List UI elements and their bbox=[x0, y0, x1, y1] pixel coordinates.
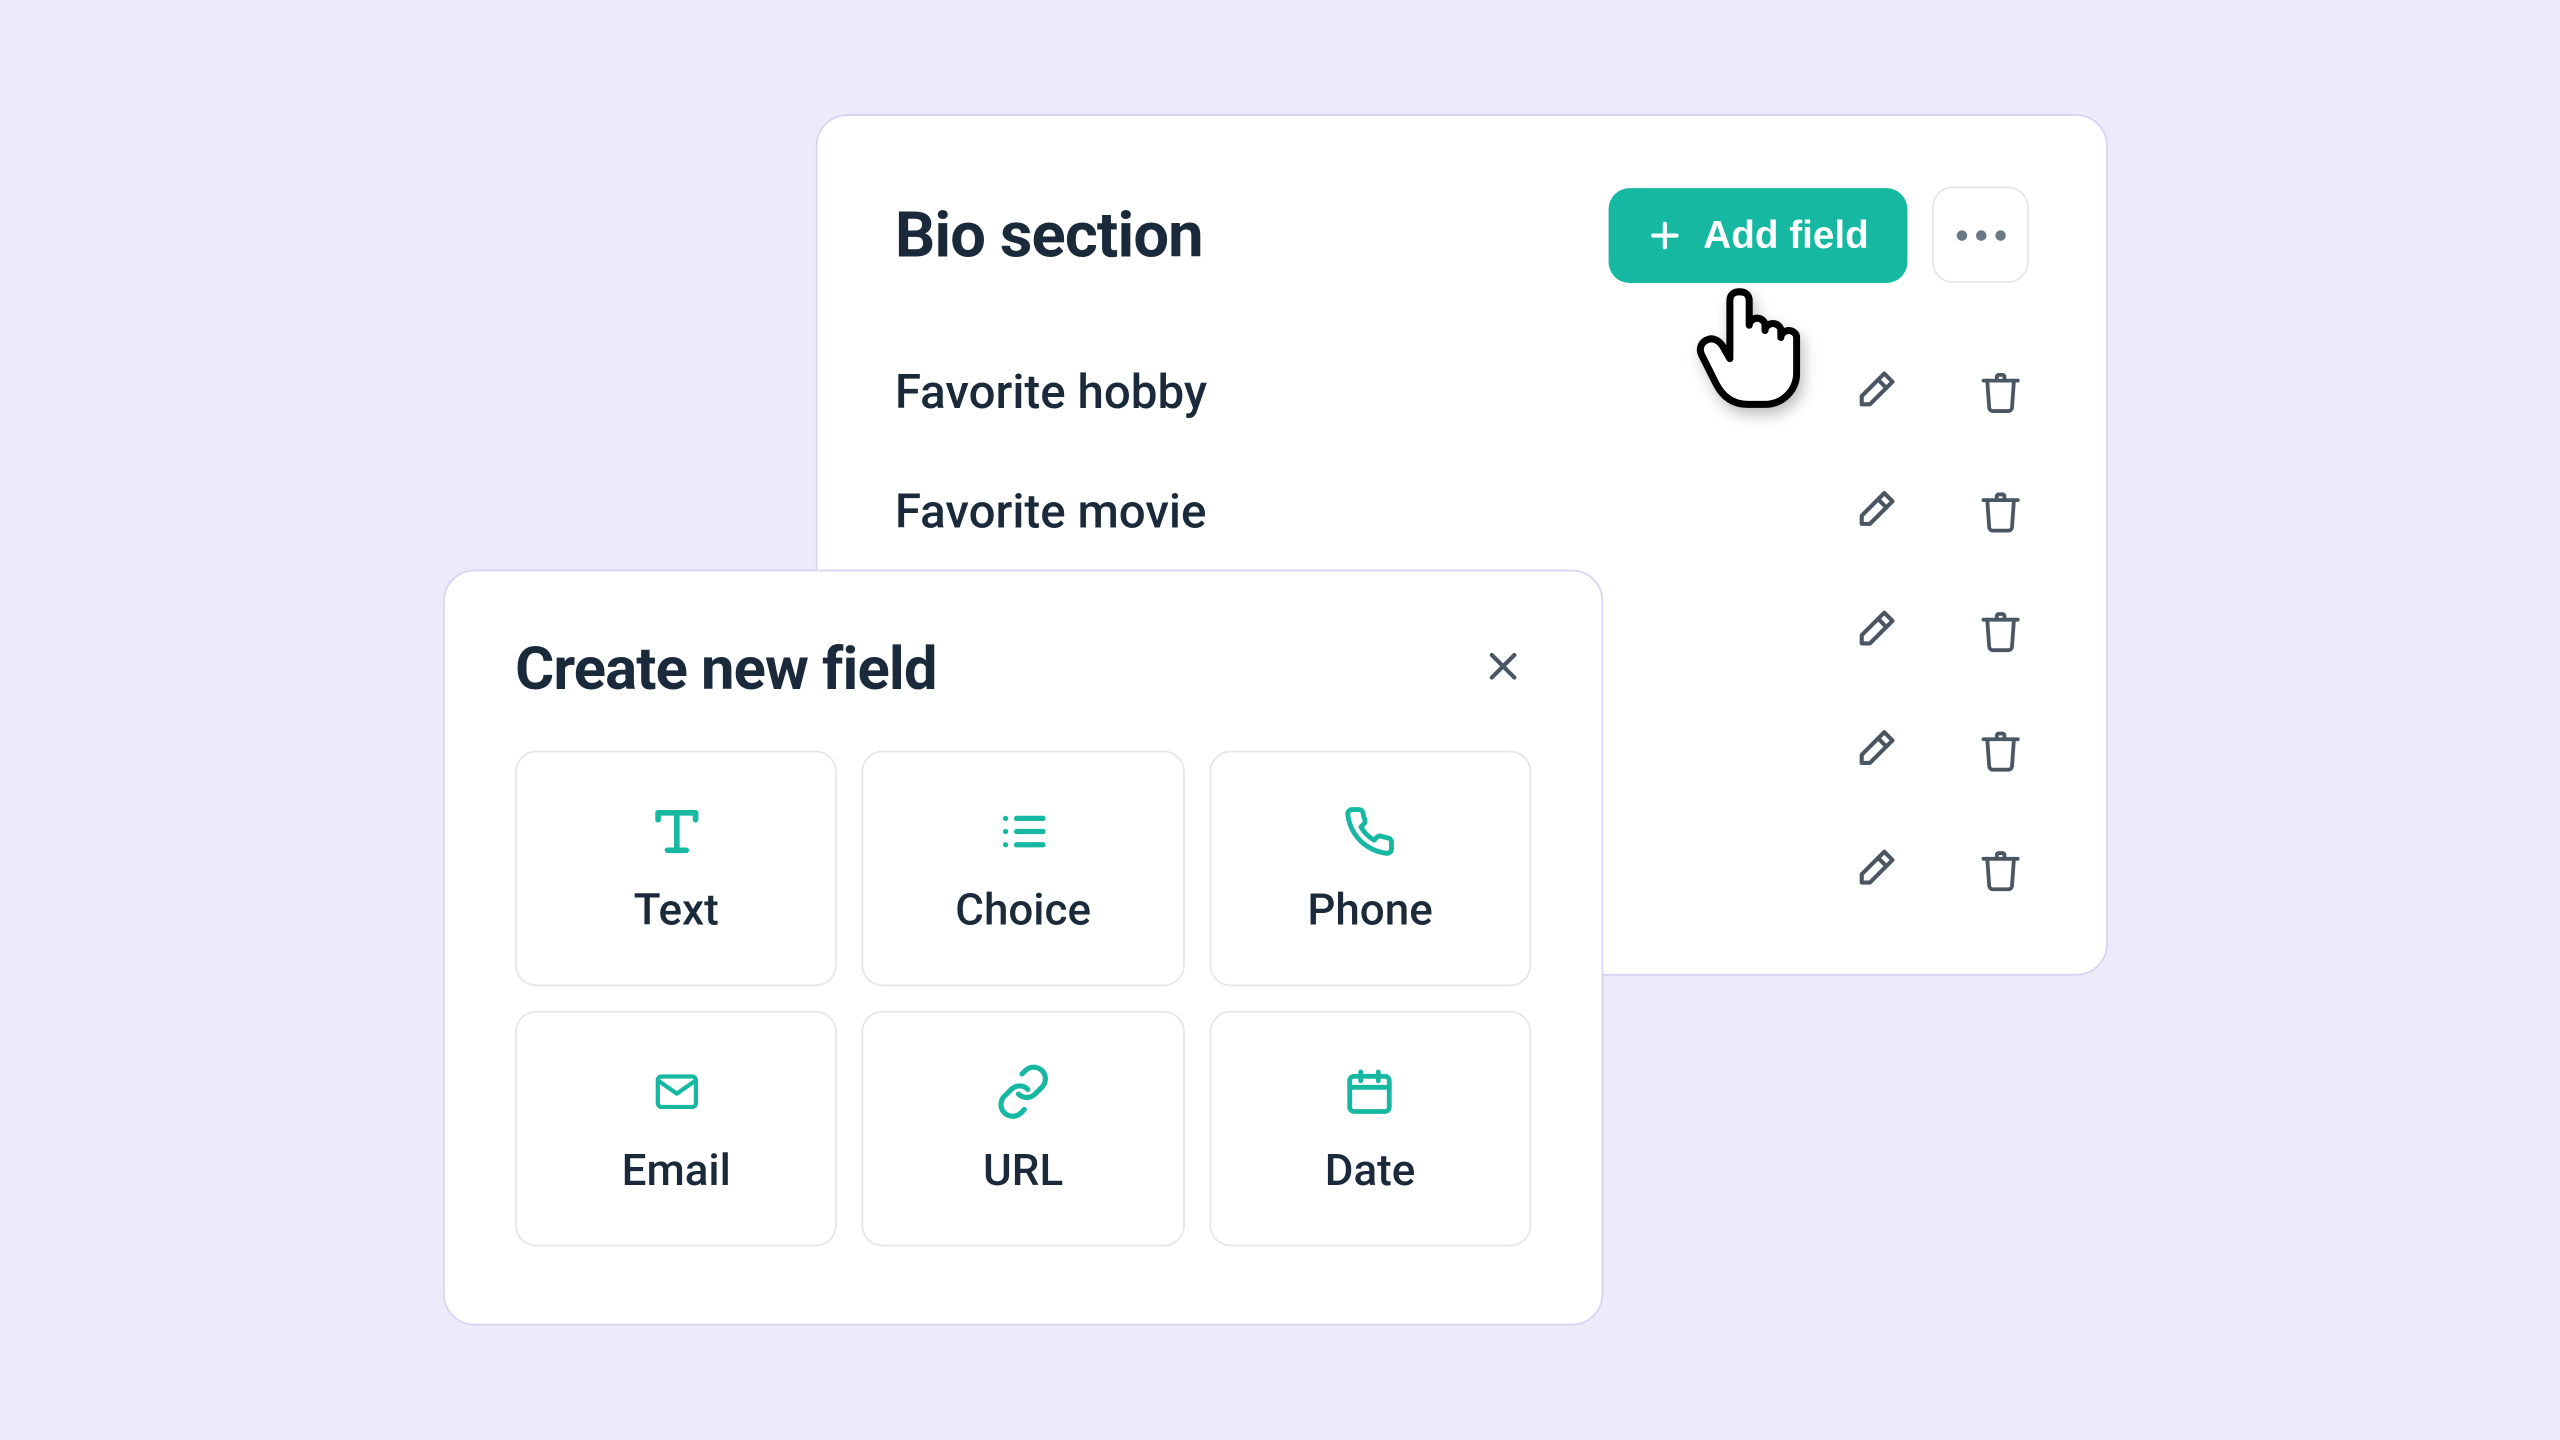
field-row: Favorite movie bbox=[895, 452, 2029, 572]
field-actions bbox=[1846, 364, 2029, 420]
edit-field-button[interactable] bbox=[1846, 842, 1902, 898]
field-actions bbox=[1846, 483, 2029, 539]
edit-field-button[interactable] bbox=[1846, 723, 1902, 779]
field-type-email[interactable]: Email bbox=[515, 1011, 837, 1247]
link-icon bbox=[995, 1061, 1051, 1121]
field-type-label: Phone bbox=[1307, 885, 1432, 936]
text-icon bbox=[648, 801, 704, 861]
field-type-date[interactable]: Date bbox=[1209, 1011, 1531, 1247]
field-label: Favorite hobby bbox=[895, 364, 1846, 420]
delete-field-button[interactable] bbox=[1972, 603, 2028, 659]
delete-field-button[interactable] bbox=[1972, 723, 2028, 779]
field-type-label: Choice bbox=[955, 885, 1091, 936]
edit-field-button[interactable] bbox=[1846, 603, 1902, 659]
modal-title: Create new field bbox=[515, 635, 1475, 705]
close-icon bbox=[1484, 647, 1523, 693]
delete-field-button[interactable] bbox=[1972, 364, 2028, 420]
bio-header: Bio section Add field bbox=[895, 186, 2029, 283]
edit-field-button[interactable] bbox=[1846, 483, 1902, 539]
create-field-modal: Create new field Text Choice bbox=[443, 570, 1603, 1326]
add-field-button[interactable]: Add field bbox=[1608, 187, 1907, 282]
field-type-label: URL bbox=[983, 1145, 1063, 1196]
field-actions bbox=[1846, 842, 2029, 898]
edit-field-button[interactable] bbox=[1846, 364, 1902, 420]
field-actions bbox=[1846, 723, 2029, 779]
field-type-url[interactable]: URL bbox=[862, 1011, 1184, 1247]
list-icon bbox=[993, 801, 1053, 861]
delete-field-button[interactable] bbox=[1972, 483, 2028, 539]
delete-field-button[interactable] bbox=[1972, 842, 2028, 898]
modal-header: Create new field bbox=[515, 635, 1531, 705]
ellipsis-icon bbox=[1956, 229, 2005, 240]
calendar-icon bbox=[1344, 1061, 1397, 1121]
more-options-button[interactable] bbox=[1932, 186, 2029, 283]
close-modal-button[interactable] bbox=[1475, 642, 1531, 698]
add-field-label: Add field bbox=[1703, 212, 1868, 258]
bio-section-title: Bio section bbox=[895, 198, 1584, 272]
field-type-grid: Text Choice Phone Email bbox=[515, 751, 1531, 1247]
field-type-label: Text bbox=[634, 885, 719, 936]
field-type-phone[interactable]: Phone bbox=[1209, 751, 1531, 987]
field-type-text[interactable]: Text bbox=[515, 751, 837, 987]
field-row: Favorite hobby bbox=[895, 332, 2029, 452]
field-label: Favorite movie bbox=[895, 483, 1846, 539]
field-type-label: Email bbox=[622, 1145, 731, 1196]
field-type-label: Date bbox=[1325, 1145, 1416, 1196]
envelope-icon bbox=[648, 1061, 704, 1121]
plus-icon bbox=[1647, 217, 1682, 252]
field-actions bbox=[1846, 603, 2029, 659]
field-type-choice[interactable]: Choice bbox=[862, 751, 1184, 987]
phone-icon bbox=[1344, 801, 1397, 861]
